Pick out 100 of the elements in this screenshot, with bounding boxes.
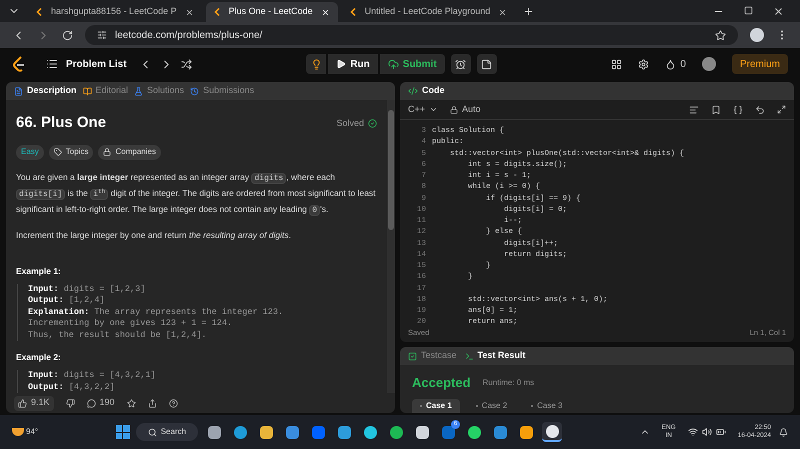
browser-tab[interactable]: Plus One - LeetCode xyxy=(206,2,338,22)
tab-icon xyxy=(14,86,23,96)
tab-title: Untitled - LeetCode Playground xyxy=(364,5,490,18)
example-line: Thus, the result should be [1,2,4]. xyxy=(28,330,208,342)
cloud-upload-icon xyxy=(388,58,399,70)
example-heading: Example 2: xyxy=(16,351,62,364)
tab-icon xyxy=(82,86,92,96)
lock-icon xyxy=(103,148,112,156)
layout-icon[interactable] xyxy=(611,58,622,70)
scrollbar[interactable] xyxy=(387,100,395,393)
description-paragraph: You are given a large integer represented as an integer array digits , where each digits[i] is the i$^{th}$ digit of the integer. The digits are ordered from most significant to least significant in left-to-right order. The large integer does not contain any leading 0 's. xyxy=(16,170,377,218)
auto-mode-label[interactable]: Auto xyxy=(450,102,481,116)
difficulty-badge: Easy xyxy=(16,144,44,160)
language-select[interactable]: C++ xyxy=(408,102,438,116)
runtime-text: Runtime: 0 ms xyxy=(482,376,534,389)
address-field[interactable]: leetcode.com/problems/plus-one/ xyxy=(85,25,738,45)
tab-title: harshgupta88156 - LeetCode P xyxy=(51,5,177,18)
panel-tab[interactable]: Editorial xyxy=(82,84,128,98)
tag-icon xyxy=(54,148,62,156)
notes-button[interactable] xyxy=(476,54,497,74)
tab-icon xyxy=(190,86,200,96)
example-line: Incrementing by one gives 123 + 1 = 124. xyxy=(28,318,234,330)
comments-button[interactable]: 190 xyxy=(86,396,115,410)
reset-icon[interactable] xyxy=(755,104,765,114)
chevron-down-icon xyxy=(429,105,438,114)
play-icon xyxy=(336,59,346,69)
close-icon[interactable] xyxy=(184,8,194,16)
app-icon[interactable] xyxy=(542,422,562,442)
wifi-icon[interactable] xyxy=(688,427,698,437)
new-tab-icon[interactable] xyxy=(523,6,534,17)
lock-icon xyxy=(450,106,458,114)
shuffle-icon[interactable] xyxy=(180,58,192,70)
alarm-clock-icon xyxy=(455,58,466,70)
check-circle-icon xyxy=(368,118,377,128)
like-button[interactable]: 9.1K xyxy=(14,396,54,410)
profile-avatar[interactable] xyxy=(750,28,764,42)
notification-bell-icon[interactable] xyxy=(779,428,788,436)
weather-icon xyxy=(12,428,24,436)
tag-button[interactable]: Companies xyxy=(98,144,161,160)
weather-widget[interactable]: 94° xyxy=(12,426,38,438)
close-icon[interactable] xyxy=(773,6,784,17)
braces-icon[interactable] xyxy=(733,104,743,114)
panel-tab[interactable]: Description xyxy=(14,84,77,98)
case-tab[interactable]: Case 1 xyxy=(412,398,460,412)
debug-button[interactable] xyxy=(306,54,326,74)
close-icon[interactable] xyxy=(498,8,508,16)
share-icon[interactable] xyxy=(148,398,157,408)
logo-icon[interactable] xyxy=(12,56,26,72)
favicon-icon xyxy=(36,8,43,16)
thumbs-up-icon xyxy=(18,398,27,408)
volume-icon[interactable] xyxy=(702,427,712,437)
bookmark-icon[interactable] xyxy=(711,104,721,114)
problem-list-link[interactable]: Problem List xyxy=(66,56,127,72)
reload-icon[interactable] xyxy=(62,30,73,40)
droplet-icon[interactable] xyxy=(665,58,676,70)
checkbox-icon xyxy=(408,352,417,360)
example-line: Output: [4,3,2,2] xyxy=(28,382,116,393)
dislike-icon[interactable] xyxy=(66,398,75,408)
favicon-icon xyxy=(350,8,357,16)
expand-icon[interactable] xyxy=(777,105,786,114)
note-icon xyxy=(481,58,492,70)
timer-button[interactable] xyxy=(450,54,471,74)
url-text: leetcode.com/problems/plus-one/ xyxy=(115,28,262,42)
panel-tab[interactable]: Testcase xyxy=(408,349,457,363)
restore-icon[interactable] xyxy=(744,6,753,15)
example-line: Input: digits = [4,3,2,1] xyxy=(28,370,157,382)
battery-icon[interactable] xyxy=(716,427,726,437)
code-icon xyxy=(408,86,418,96)
comment-icon xyxy=(86,398,96,408)
browser-tab[interactable]: Untitled - LeetCode Playground xyxy=(342,2,516,22)
run-button[interactable]: Run xyxy=(328,54,378,74)
panel-tab[interactable]: Submissions xyxy=(190,84,254,98)
description-paragraph: Increment the large integer by one and return the resulting array of digits. xyxy=(16,228,292,242)
settings-icon[interactable] xyxy=(638,58,650,70)
format-icon[interactable] xyxy=(689,104,699,114)
start-icon[interactable] xyxy=(116,425,130,439)
user-avatar[interactable] xyxy=(702,57,716,71)
streak-count: 0 xyxy=(680,58,686,72)
close-icon[interactable] xyxy=(320,8,330,16)
tag-button[interactable]: Topics xyxy=(48,144,94,160)
tab-icon xyxy=(134,86,144,96)
problem-title: 66. Plus One xyxy=(16,113,106,133)
site-settings-icon[interactable] xyxy=(97,30,107,40)
submit-button[interactable]: Submit xyxy=(380,54,445,74)
panel-tab[interactable]: Test Result xyxy=(464,349,526,363)
example-heading: Example 1: xyxy=(16,265,62,278)
case-tab[interactable]: Case 2 xyxy=(468,398,516,412)
browser-tab[interactable]: harshgupta88156 - LeetCode P xyxy=(28,2,202,22)
bookmark-star-icon[interactable] xyxy=(715,30,726,40)
terminal-icon xyxy=(464,352,474,360)
premium-button[interactable]: Premium xyxy=(732,54,788,74)
favorite-star-icon[interactable] xyxy=(126,398,136,408)
case-tab[interactable]: Case 3 xyxy=(523,398,571,412)
example-line: Explanation: The array represents the integer 123. xyxy=(28,306,284,318)
example-line: Output: [1,2,4] xyxy=(28,295,106,307)
help-icon[interactable] xyxy=(168,398,178,408)
search-icon xyxy=(148,428,157,436)
verdict-text: Accepted xyxy=(412,374,471,392)
search-field[interactable]: Search xyxy=(136,423,198,441)
panel-tab[interactable]: Solutions xyxy=(134,84,184,98)
